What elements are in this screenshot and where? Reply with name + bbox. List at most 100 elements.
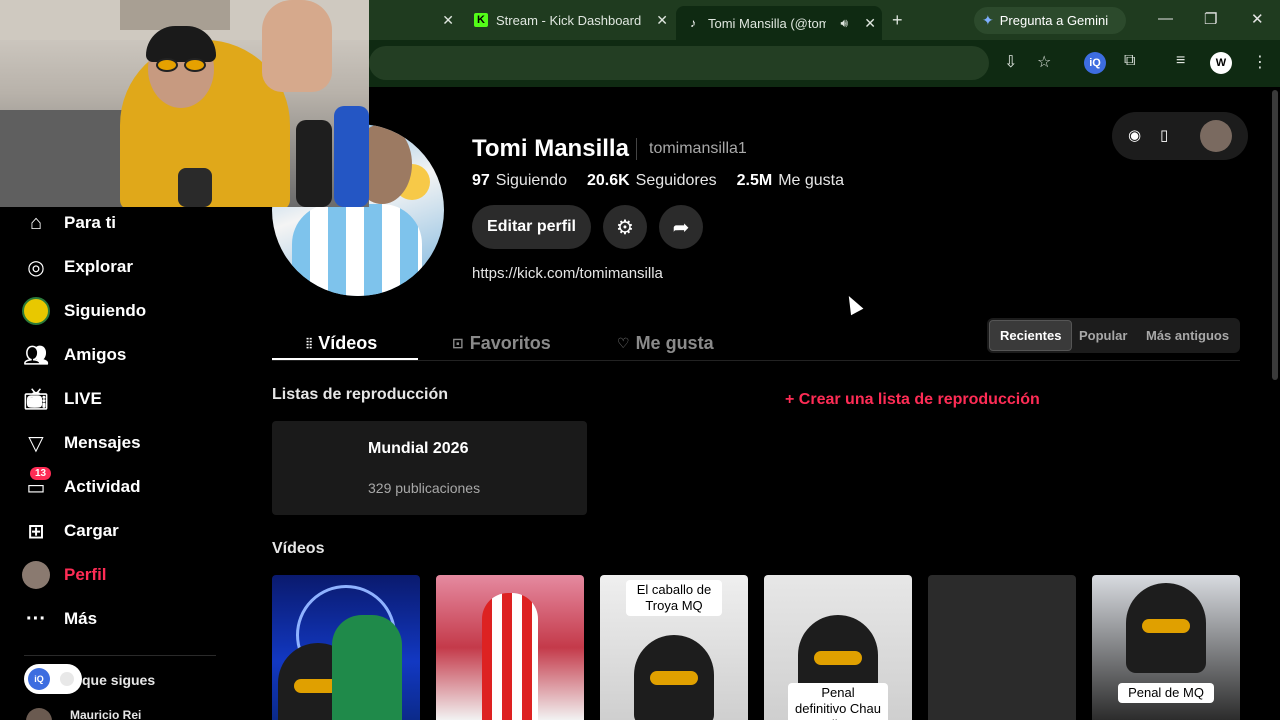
share-arrow-icon: ➦ xyxy=(672,216,690,239)
address-bar[interactable] xyxy=(369,46,989,80)
sidebar-item-label: Más xyxy=(64,609,98,628)
sidebar-item-label: Perfil xyxy=(64,565,107,584)
name-divider xyxy=(636,138,637,160)
bookmark-star-icon[interactable]: ☆ xyxy=(1037,52,1051,72)
tab-label: Vídeos xyxy=(318,332,378,353)
gemini-label: Pregunta a Gemini xyxy=(999,13,1109,28)
sidebar-item-mensajes[interactable]: ▽ Mensajes xyxy=(22,425,141,461)
browser-tab[interactable]: ✕ xyxy=(370,6,460,34)
video-caption: El caballo de Troya MQ xyxy=(626,580,722,616)
sidebar-item-label: Siguiendo xyxy=(64,301,147,320)
create-playlist-button[interactable]: + Crear una lista de reproducción xyxy=(785,391,1040,409)
heart-icon: ♡ xyxy=(617,334,630,351)
following-user-name[interactable]: Mauricio Rei xyxy=(70,708,141,720)
menu-dots-icon[interactable]: ⋮ xyxy=(1252,52,1268,72)
new-tab-button[interactable]: + xyxy=(892,10,903,31)
tab-videos[interactable]: ⦙⦙ Vídeos xyxy=(306,326,377,360)
stat-label: Seguidores xyxy=(635,172,717,189)
speaker-icon[interactable]: 🔊︎ xyxy=(840,16,848,31)
playlists-title: Listas de reproducción xyxy=(272,386,449,403)
active-tab-underline xyxy=(272,358,418,360)
sidebar-divider xyxy=(24,655,216,656)
stat-label: Me gusta xyxy=(778,172,845,189)
header-actions-pill: ◉ ▯ xyxy=(1112,112,1248,160)
stat-followers[interactable]: 20.6K Seguidores xyxy=(587,172,717,190)
tiktok-icon: ♪ xyxy=(690,16,696,30)
share-button[interactable]: ➦ xyxy=(659,205,703,249)
close-window-icon[interactable]: ✕ xyxy=(1251,10,1264,28)
tab-title: Stream - Kick Dashboard xyxy=(496,12,642,28)
sidebar-item-actividad[interactable]: ▭ 13 Actividad xyxy=(22,467,141,505)
stat-following[interactable]: 97 Siguiendo xyxy=(472,172,567,190)
stat-value: 20.6K xyxy=(586,172,630,189)
sort-mas-antiguos[interactable]: Más antiguos xyxy=(1136,320,1239,351)
send-icon: ▽ xyxy=(28,432,44,455)
sort-recientes[interactable]: Recientes xyxy=(989,320,1073,351)
webcam-glasses xyxy=(156,58,208,72)
settings-button[interactable]: ⚙︎ xyxy=(603,205,647,249)
playlist-card[interactable]: Mundial 2026 329 publicaciones xyxy=(272,421,587,515)
sidebar-item-cargar[interactable]: ⊞ Cargar xyxy=(22,513,119,549)
sidebar-item-para-ti[interactable]: ⌂ Para ti xyxy=(22,205,116,241)
tab-me-gusta[interactable]: ♡ Me gusta xyxy=(617,326,714,360)
restore-icon[interactable]: ❐ xyxy=(1204,10,1217,28)
sort-bar: Recientes Popular Más antiguos xyxy=(987,318,1240,353)
browser-tab-kick[interactable]: K Stream - Kick Dashboard ✕ xyxy=(464,6,674,34)
extensions-puzzle-icon[interactable]: ⧉ xyxy=(1124,52,1135,70)
webcam-overlay xyxy=(0,0,369,207)
iq-icon: iQ xyxy=(28,668,50,690)
sidebar-item-live[interactable]: 📺︎ LIVE xyxy=(22,381,102,417)
video-thumbnail[interactable] xyxy=(436,575,584,720)
close-tab-icon[interactable]: ✕ xyxy=(442,12,454,29)
thumbnail-person xyxy=(634,635,714,720)
gemini-button[interactable]: ✦ Pregunta a Gemini xyxy=(974,7,1126,34)
mobile-icon[interactable]: ▯ xyxy=(1160,126,1168,144)
extension-toggle[interactable]: iQ xyxy=(24,664,82,694)
profile-handle: tomimansilla1 xyxy=(649,140,747,157)
tiktok-icon[interactable]: ◉ xyxy=(1128,126,1141,144)
tab-label: Favoritos xyxy=(469,332,551,353)
following-avatar-icon xyxy=(22,297,50,325)
avatar[interactable] xyxy=(26,708,52,720)
gemini-spark-icon: ✦ xyxy=(982,12,994,28)
video-thumbnail[interactable]: Penal definitivo Chau Riber xyxy=(764,575,912,720)
minimize-icon[interactable]: — xyxy=(1158,10,1173,27)
video-thumbnail[interactable] xyxy=(928,575,1076,720)
tab-label: Me gusta xyxy=(635,332,714,353)
webcam-bottle xyxy=(334,106,369,207)
video-thumbnail[interactable] xyxy=(272,575,420,720)
stat-likes: 2.5M Me gusta xyxy=(737,172,844,190)
sidebar-item-explorar[interactable]: ◎ Explorar xyxy=(22,249,133,285)
sort-popular[interactable]: Popular xyxy=(1069,320,1137,351)
sidebar-item-label: Amigos xyxy=(64,345,127,364)
browser-tab-tiktok[interactable]: ♪ Tomi Mansilla (@tomi 🔊︎ ✕ xyxy=(676,6,882,40)
avatar[interactable] xyxy=(1200,120,1232,152)
edit-profile-button[interactable]: Editar perfil xyxy=(472,205,591,249)
sidebar-item-mas[interactable]: ··· Más xyxy=(22,601,97,637)
avatar-shirt xyxy=(292,204,422,296)
tab-favoritos[interactable]: ⊡ Favoritos xyxy=(452,326,551,360)
video-caption: Penal de MQ xyxy=(1118,683,1214,703)
sidebar-item-siguiendo[interactable]: Siguiendo xyxy=(22,293,146,329)
sidebar-item-perfil[interactable]: Perfil xyxy=(22,557,107,593)
profile-icon[interactable]: W xyxy=(1210,52,1232,74)
thumbnail-player xyxy=(332,615,402,720)
extension-icon[interactable]: iQ xyxy=(1084,52,1106,74)
playlist-count: 329 publicaciones xyxy=(368,480,481,496)
sidebar-item-label: Mensajes xyxy=(64,433,141,452)
media-control-icon[interactable]: ≡ xyxy=(1176,52,1185,70)
video-thumbnail[interactable]: Penal de MQ xyxy=(1092,575,1240,720)
bio-link[interactable]: https://kick.com/tomimansilla xyxy=(472,265,663,282)
sidebar-item-label: Cargar xyxy=(64,521,119,540)
bookmark-icon: ⊡ xyxy=(452,334,464,351)
profile-avatar-icon xyxy=(22,561,50,589)
close-tab-icon[interactable]: ✕ xyxy=(656,12,668,29)
video-caption: Penal definitivo Chau Riber xyxy=(788,683,888,720)
sidebar-item-label: LIVE xyxy=(64,389,102,408)
video-thumbnail[interactable]: El caballo de Troya MQ xyxy=(600,575,748,720)
sidebar-item-amigos[interactable]: 👥︎ Amigos xyxy=(22,337,126,373)
close-tab-icon[interactable]: ✕ xyxy=(864,15,876,32)
webcam-hand xyxy=(262,0,332,92)
install-app-icon[interactable]: ⇩ xyxy=(1004,52,1017,72)
page-scrollbar[interactable] xyxy=(1272,90,1278,380)
